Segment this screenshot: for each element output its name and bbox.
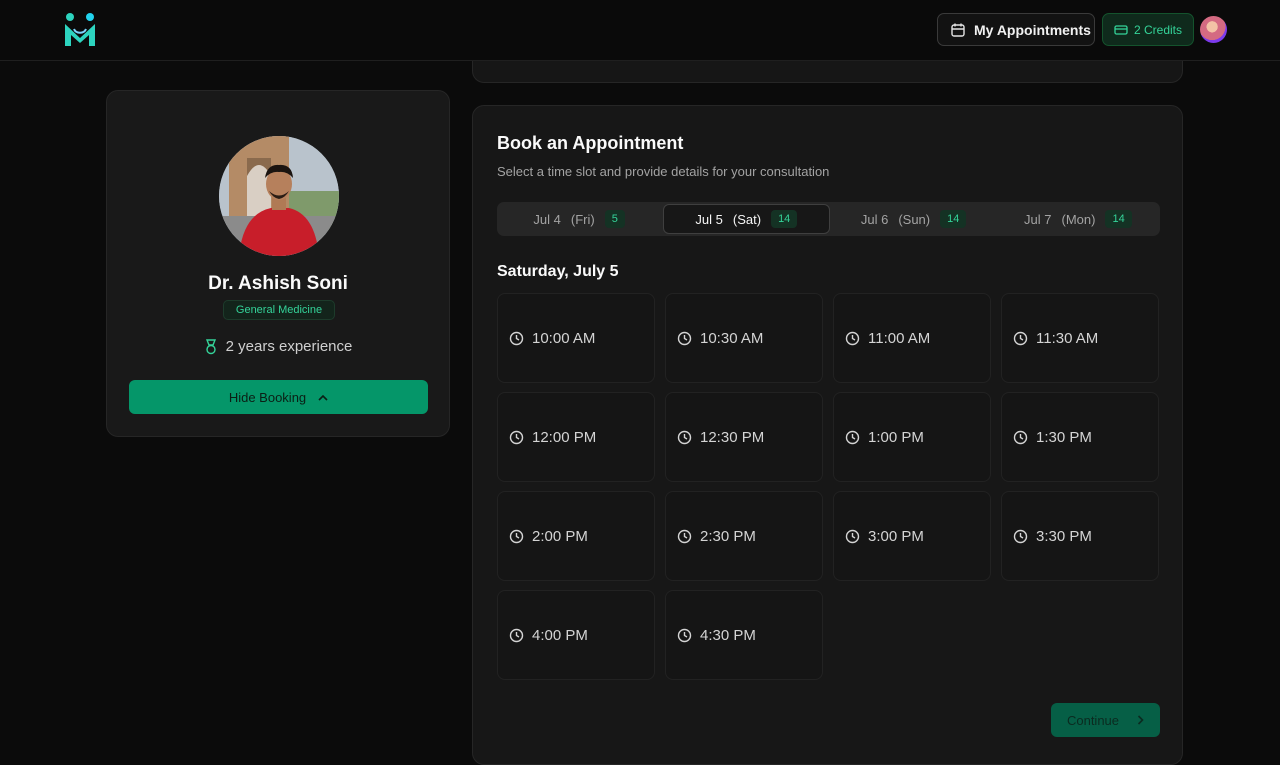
chevron-up-icon [318,394,328,401]
time-slot[interactable]: 12:30 PM [665,392,823,482]
my-appointments-button[interactable]: My Appointments [937,13,1095,46]
time-slot-label: 12:00 PM [532,428,597,446]
time-slot[interactable]: 11:00 AM [833,293,991,383]
credits-label: 2 Credits [1134,22,1183,37]
time-slot-label: 10:00 AM [532,329,596,347]
tab-date: Jul 5 [695,211,723,227]
date-tabs: Jul 4 (Fri) 5 Jul 5 (Sat) 14 Jul 6 (Sun)… [497,202,1160,236]
time-slot-label: 2:30 PM [700,527,756,545]
tab-day: (Mon) [1061,211,1096,227]
user-avatar[interactable] [1200,16,1227,43]
calendar-icon [951,23,965,37]
time-slot[interactable]: 10:30 AM [665,293,823,383]
doctor-photo [219,136,339,256]
time-slot[interactable]: 1:00 PM [833,392,991,482]
clock-icon [677,430,692,444]
continue-label: Continue [1066,712,1120,728]
clock-icon [509,430,524,444]
time-slot-label: 12:30 PM [700,428,765,446]
clock-icon [677,628,692,642]
chevron-right-icon [1137,715,1144,725]
tab-jul-5[interactable]: Jul 5 (Sat) 14 [663,204,830,234]
clock-icon [845,331,860,345]
tab-date: Jul 7 [1024,211,1052,227]
time-slot-label: 11:30 AM [1036,329,1099,347]
time-slot-label: 3:00 PM [868,527,924,545]
medical-logo[interactable] [63,12,97,48]
booking-subtitle: Select a time slot and provide details f… [497,164,830,179]
tab-day: (Sat) [732,211,762,227]
time-slot[interactable]: 2:30 PM [665,491,823,581]
slot-count-badge: 14 [940,210,967,228]
time-slot[interactable]: 4:30 PM [665,590,823,680]
clock-icon [845,430,860,444]
time-slot-label: 1:30 PM [1036,428,1092,446]
tab-date: Jul 4 [533,211,561,227]
time-slot[interactable]: 3:30 PM [1001,491,1159,581]
time-slot[interactable]: 11:30 AM [1001,293,1159,383]
clock-icon [677,331,692,345]
time-slot-label: 1:00 PM [868,428,924,446]
tab-jul-4[interactable]: Jul 4 (Fri) 5 [497,202,661,236]
clock-icon [845,529,860,543]
slot-count-badge: 14 [771,210,798,228]
time-slot-label: 11:00 AM [868,329,931,347]
slot-count-badge: 14 [1105,210,1132,228]
time-slot-label: 4:00 PM [532,626,588,644]
time-slot-label: 10:30 AM [700,329,764,347]
time-slot[interactable]: 2:00 PM [497,491,655,581]
experience-row: 2 years experience [107,338,449,355]
hide-booking-button[interactable]: Hide Booking [129,380,428,414]
clock-icon [677,529,692,543]
clock-icon [509,628,524,642]
time-slot[interactable]: 10:00 AM [497,293,655,383]
time-slot-label: 2:00 PM [532,527,588,545]
top-navigation-bar: My Appointments 2 Credits [0,0,1280,61]
time-slot[interactable]: 1:30 PM [1001,392,1159,482]
slot-count-badge: 5 [604,210,625,228]
time-slot[interactable]: 12:00 PM [497,392,655,482]
tab-date: Jul 6 [860,211,889,227]
tab-day: (Fri) [570,211,595,227]
time-slot[interactable]: 3:00 PM [833,491,991,581]
selected-day-title: Saturday, July 5 [497,263,619,280]
time-slot-label: 3:30 PM [1036,527,1092,545]
clock-icon [1013,529,1028,543]
time-slot-grid: 10:00 AM 10:30 AM 11:00 AM 11:30 AM 12:0… [497,293,1160,680]
continue-button[interactable]: Continue [1051,703,1160,737]
booking-title: Book an Appointment [497,133,684,153]
clock-icon [509,529,524,543]
time-slot[interactable]: 4:00 PM [497,590,655,680]
tab-day: (Sun) [898,211,931,227]
time-slot-label: 4:30 PM [700,626,756,644]
booking-panel: Book an Appointment Select a time slot a… [472,105,1183,765]
experience-text: 2 years experience [225,338,353,355]
clock-icon [1013,331,1028,345]
doctor-profile-card: Dr. Ashish Soni General Medicine 2 years… [106,90,450,437]
tab-jul-7[interactable]: Jul 7 (Mon) 14 [996,202,1160,236]
medal-icon [205,338,216,354]
clock-icon [1013,430,1028,444]
credit-card-icon [1114,24,1128,35]
credits-button[interactable]: 2 Credits [1102,13,1194,46]
clock-icon [509,331,524,345]
doctor-name: Dr. Ashish Soni [208,273,348,294]
specialty-badge: General Medicine [223,300,335,320]
my-appointments-label: My Appointments [974,21,1091,38]
hide-booking-label: Hide Booking [228,389,307,405]
tab-jul-6[interactable]: Jul 6 (Sun) 14 [832,202,996,236]
